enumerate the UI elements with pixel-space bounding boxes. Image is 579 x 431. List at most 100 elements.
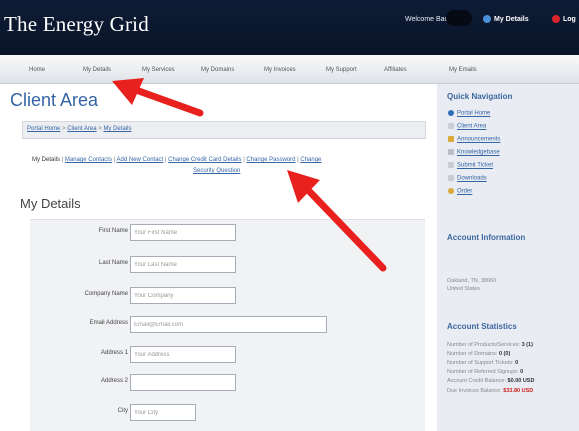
address2-field[interactable] [130, 374, 236, 391]
megaphone-icon [448, 136, 454, 142]
quick-link-label: Announcements [457, 136, 501, 143]
quick-link-label: Submit Ticket [457, 162, 494, 169]
header-my-details-label: My Details [494, 15, 529, 23]
quick-link-portal-home[interactable]: Portal Home [448, 110, 490, 117]
header-logout-link[interactable]: Log [552, 15, 576, 23]
globe-icon [448, 110, 454, 116]
email-field[interactable] [130, 316, 327, 333]
power-icon [552, 15, 560, 23]
company-name-field[interactable] [130, 287, 236, 304]
subtab-separator: | [297, 157, 299, 163]
nav-item-my-emails[interactable]: My Emails [449, 67, 477, 73]
cart-icon [448, 188, 454, 194]
breadcrumb-separator: > [98, 126, 102, 132]
quick-link-label: Client Area [457, 123, 487, 130]
quick-link-submit-ticket[interactable]: Submit Ticket [448, 162, 493, 169]
stat-label: Account Credit Balance: [447, 378, 507, 384]
quick-link-label: Order [457, 188, 473, 195]
stat-tickets: Number of Support Tickets: 0 [447, 360, 518, 366]
stat-due-invoices[interactable]: Due Invoices Balance: $33.80 USD [447, 388, 533, 394]
stat-value: 0 [515, 360, 519, 366]
stat-value-due: $33.80 USD [503, 388, 534, 394]
subtab-separator: | [61, 157, 64, 163]
nav-item-my-invoices[interactable]: My Invoices [264, 67, 296, 73]
subtab-separator: | [113, 157, 116, 163]
stat-label: Number of Referred Signups: [447, 369, 519, 375]
first-name-field[interactable] [130, 224, 236, 241]
last-name-field[interactable] [130, 256, 236, 273]
book-icon [448, 149, 454, 155]
quick-link-label: Downloads [457, 175, 487, 182]
header-bar: The Energy Grid Welcome Back, My Details… [0, 0, 579, 55]
download-icon [448, 175, 454, 181]
stat-label: Due Invoices Balance: [447, 388, 502, 394]
quick-link-label: Portal Home [457, 110, 491, 117]
redacted-username [446, 10, 472, 26]
quick-link-downloads[interactable]: Downloads [448, 175, 487, 182]
subtab-change-password[interactable]: Change Password [246, 157, 295, 163]
section-title: My Details [20, 196, 81, 211]
breadcrumb-client-area[interactable]: Client Area [67, 126, 96, 132]
subtab-security-question[interactable]: Security Question [193, 168, 240, 174]
nav-item-my-support[interactable]: My Support [326, 67, 357, 73]
subtab-change-credit-card[interactable]: Change Credit Card Details [168, 157, 241, 163]
address1-field[interactable] [130, 346, 236, 363]
email-address-label: Email Address [89, 320, 128, 326]
account-info-line: United States [447, 286, 481, 292]
form-row-company: Company Name [30, 287, 425, 305]
breadcrumb-portal-home[interactable]: Portal Home [27, 126, 60, 132]
site-brand[interactable]: The Energy Grid [4, 12, 149, 37]
breadcrumb-separator: > [62, 126, 66, 132]
company-name-label: Company Name [84, 291, 128, 297]
breadcrumb-my-details[interactable]: My Details [103, 126, 131, 132]
subtabs-wrap: Security Question [193, 168, 240, 174]
subtab-separator: | [243, 157, 245, 163]
form-row-email: Email Address [30, 316, 425, 334]
stat-referrals: Number of Referred Signups: 0 [447, 369, 523, 375]
quick-link-knowledgebase[interactable]: Knowledgebase [448, 149, 500, 156]
quick-link-client-area[interactable]: Client Area [448, 123, 486, 130]
account-info-title: Account Information [447, 233, 526, 242]
stat-value: $0.00 USD [507, 378, 535, 384]
address1-label: Address 1 [100, 350, 128, 356]
subtab-change-security-question[interactable]: Change [300, 157, 321, 163]
address2-label: Address 2 [100, 378, 128, 384]
city-field[interactable] [130, 404, 196, 421]
home-icon [448, 123, 454, 129]
nav-item-affiliates[interactable]: Affiliates [384, 67, 407, 73]
nav-item-my-domains[interactable]: My Domains [201, 67, 234, 73]
stat-label: Number of Domains: [447, 351, 498, 357]
page-title: Client Area [10, 90, 99, 110]
breadcrumb: Portal Home > Client Area > My Details [27, 126, 131, 132]
user-icon [483, 15, 491, 23]
stat-value: 3 (1) [521, 342, 533, 348]
account-stats-title: Account Statistics [447, 322, 517, 331]
stat-label: Number of Products/Services: [447, 342, 521, 348]
quick-link-announcements[interactable]: Announcements [448, 136, 500, 143]
stat-products: Number of Products/Services: 3 (1) [447, 342, 533, 348]
form-row-last-name: Last Name [30, 256, 425, 274]
quick-link-order[interactable]: Order [448, 188, 472, 195]
stat-domains: Number of Domains: 0 (0) [447, 351, 510, 357]
header-my-details-link[interactable]: My Details [483, 15, 529, 23]
form-row-address1: Address 1 [30, 346, 425, 364]
first-name-label: First Name [98, 228, 128, 234]
stat-value: 0 (0) [498, 351, 511, 357]
quick-link-label: Knowledgebase [457, 149, 500, 156]
stat-value: 0 [520, 369, 524, 375]
stat-credit-balance: Account Credit Balance: $0.00 USD [447, 378, 534, 384]
nav-item-my-details[interactable]: My Details [83, 67, 111, 73]
subtab-my-details[interactable]: My Details [32, 157, 60, 163]
nav-item-my-services[interactable]: My Services [142, 67, 175, 73]
city-label: City [117, 408, 128, 414]
subtab-add-new-contact[interactable]: Add New Contact [117, 157, 164, 163]
main-nav: Home My Details My Services My Domains M… [0, 55, 579, 84]
last-name-label: Last Name [98, 260, 128, 266]
subtabs: My Details | Manage Contacts | Add New C… [32, 157, 321, 163]
subtab-manage-contacts[interactable]: Manage Contacts [65, 157, 112, 163]
stat-label: Number of Support Tickets: [447, 360, 514, 366]
form-row-city: City [30, 404, 425, 422]
account-info-line: Oakland, TN, 38060 [447, 278, 497, 284]
nav-item-home[interactable]: Home [29, 67, 45, 73]
form-row-address2: Address 2 [30, 374, 425, 392]
